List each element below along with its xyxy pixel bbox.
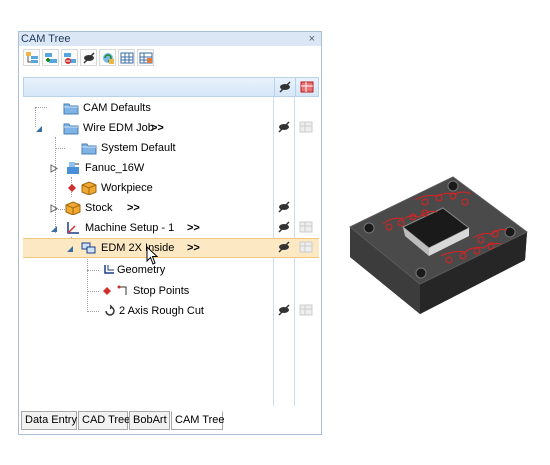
grid-settings-icon[interactable] [137, 49, 154, 66]
tree-label: Wire EDM Job [83, 122, 154, 134]
display-grid-icon[interactable] [299, 304, 313, 316]
display-grid-icon[interactable] [299, 121, 313, 133]
panel-title: CAM Tree [21, 33, 71, 45]
cube-icon [81, 181, 97, 195]
close-icon[interactable]: × [309, 32, 315, 46]
tree-label: Stop Points [133, 285, 190, 297]
bullet-icon [68, 184, 76, 192]
more-arrow[interactable]: >> [151, 118, 164, 138]
tree-label: CAM Defaults [83, 102, 151, 114]
tree-label: 2 Axis Rough Cut [119, 305, 204, 317]
more-arrow[interactable]: >> [187, 238, 200, 258]
operation-icon [81, 242, 96, 254]
tree-label: Workpiece [101, 182, 153, 194]
tree-row-wire-edm-job[interactable]: Wire EDM Job >> [23, 118, 319, 138]
tree-expand-icon[interactable] [23, 49, 40, 66]
display-column-icon[interactable] [300, 81, 314, 93]
machine-icon [67, 162, 79, 174]
visibility-hidden-icon[interactable] [277, 241, 291, 253]
collapsed-arrow-icon[interactable] [50, 204, 58, 213]
more-arrow[interactable]: >> [187, 218, 200, 238]
tree-add-icon[interactable] [42, 49, 59, 66]
tree-row-fanuc[interactable]: Fanuc_16W [23, 158, 319, 178]
mouse-cursor-icon [146, 246, 159, 265]
tree-row-cam-defaults[interactable]: CAM Defaults [23, 98, 319, 118]
tab-cam-tree[interactable]: CAM Tree [171, 411, 225, 430]
tree-row-stop-points[interactable]: Stop Points [23, 281, 319, 301]
folder-icon [81, 143, 97, 155]
folder-icon [63, 103, 79, 115]
visibility-hidden-icon[interactable] [277, 304, 291, 316]
expanded-arrow-icon[interactable] [66, 245, 74, 253]
collapsed-arrow-icon[interactable] [50, 164, 58, 173]
expanded-arrow-icon[interactable] [50, 225, 58, 233]
tree-label: Fanuc_16W [85, 162, 145, 174]
tree-row-workpiece[interactable]: Workpiece [23, 178, 319, 198]
folder-icon [63, 123, 79, 135]
tree-row-stock[interactable]: Stock >> [23, 198, 319, 218]
tree-label: EDM 2X Inside [101, 242, 175, 254]
visibility-off-icon[interactable] [80, 49, 97, 66]
cam-tree-panel: CAM Tree × CAM Defaults Wire EDM Job >> … [18, 31, 322, 435]
display-grid-icon[interactable] [299, 221, 313, 233]
display-grid-icon[interactable] [299, 241, 313, 253]
visibility-hidden-icon[interactable] [277, 201, 291, 213]
tab-data-entry[interactable]: Data Entry [21, 411, 77, 430]
tree-label: System Default [101, 142, 176, 154]
rough-cut-icon [105, 304, 115, 316]
grid-icon[interactable] [118, 49, 135, 66]
tree-row-geometry[interactable]: Geometry [23, 260, 319, 280]
geometry-icon [104, 265, 114, 274]
visibility-hidden-icon[interactable] [277, 121, 291, 133]
visibility-hidden-icon[interactable] [277, 221, 291, 233]
bullet-icon [103, 287, 111, 295]
tree-refresh-icon[interactable] [99, 49, 116, 66]
more-arrow[interactable]: >> [127, 198, 140, 218]
part-preview [349, 176, 528, 314]
axis-icon [67, 222, 79, 234]
tab-bobart[interactable]: BobArt [129, 411, 170, 430]
tree-row-rough-cut[interactable]: 2 Axis Rough Cut [23, 301, 319, 321]
tree-row-edm-2x-inside[interactable]: EDM 2X Inside >> [23, 238, 319, 258]
expanded-arrow-icon[interactable] [35, 125, 43, 133]
column-header [23, 77, 319, 97]
cube-icon [65, 201, 81, 215]
title-bar: CAM Tree × [19, 32, 321, 46]
tree-remove-icon[interactable] [61, 49, 78, 66]
tree-label: Machine Setup - 1 [85, 222, 175, 234]
tree-label: Stock [85, 202, 113, 214]
visibility-column-icon[interactable] [278, 81, 292, 93]
stop-points-icon [117, 285, 127, 295]
tab-cad-tree[interactable]: CAD Tree [78, 411, 130, 430]
tree-row-machine-setup[interactable]: Machine Setup - 1 >> [23, 218, 319, 238]
tree-row-system-default[interactable]: System Default [23, 138, 319, 158]
